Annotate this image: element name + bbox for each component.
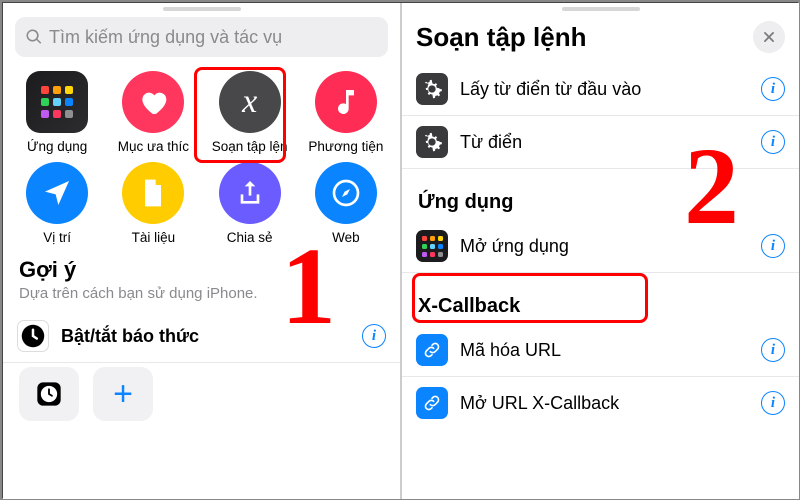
action-open-app[interactable]: Mở ứng dụng i [402, 220, 799, 273]
gear-icon [416, 126, 448, 158]
clock-app-icon [35, 380, 63, 408]
search-placeholder: Tìm kiếm ứng dụng và tác vụ [49, 27, 282, 48]
search-icon [25, 28, 43, 46]
close-icon [762, 30, 776, 44]
action-get-dictionary-from-input[interactable]: Lấy từ điển từ đầu vào i [402, 63, 799, 116]
category-sharing[interactable]: Chia sẻ [202, 162, 298, 245]
scripting-x-icon: x [219, 71, 281, 133]
category-grid: Ứng dụng Mục ưa thíc x Soạn tập lện Phươ… [3, 67, 400, 247]
info-icon[interactable]: i [362, 324, 386, 348]
document-icon [122, 162, 184, 224]
category-media[interactable]: Phương tiện [298, 71, 394, 154]
info-icon[interactable]: i [761, 391, 785, 415]
apps-grid-icon [416, 230, 448, 262]
clock-icon [17, 320, 49, 352]
music-note-icon [315, 71, 377, 133]
info-icon[interactable]: i [761, 338, 785, 362]
suggestions-heading: Gợi ý [3, 247, 400, 285]
category-apps[interactable]: Ứng dụng [9, 71, 105, 154]
suggestions-subtitle: Dựa trên cách bạn sử dụng iPhone. [3, 285, 400, 310]
close-button[interactable] [753, 21, 785, 53]
sheet-title: Soạn tập lệnh [416, 22, 586, 53]
gear-icon [416, 73, 448, 105]
grabber-handle[interactable] [163, 7, 241, 11]
heart-icon [122, 71, 184, 133]
info-icon[interactable]: i [761, 130, 785, 154]
category-favorites[interactable]: Mục ưa thíc [105, 71, 201, 154]
link-icon [416, 387, 448, 419]
group-heading-apps: Ứng dụng [402, 169, 799, 220]
search-input[interactable]: Tìm kiếm ứng dụng và tác vụ [15, 17, 388, 57]
info-icon[interactable]: i [761, 77, 785, 101]
group-heading-x-callback: X-Callback [402, 273, 799, 324]
location-arrow-icon [26, 162, 88, 224]
panel-step-1: Tìm kiếm ứng dụng và tác vụ Ứng dụng Mục… [3, 3, 400, 499]
panel-step-2: Soạn tập lệnh Lấy từ điển từ đầu vào i T… [400, 3, 799, 499]
tile-clock-app[interactable] [19, 367, 79, 421]
link-icon [416, 334, 448, 366]
safari-compass-icon [315, 162, 377, 224]
category-web[interactable]: Web [298, 162, 394, 245]
action-dictionary[interactable]: Từ điển i [402, 116, 799, 169]
category-scripting[interactable]: x Soạn tập lện [202, 71, 298, 154]
share-icon [219, 162, 281, 224]
category-location[interactable]: Vị trí [9, 162, 105, 245]
suggestion-alarm-toggle[interactable]: Bật/tắt báo thức i [3, 310, 400, 363]
suggestion-label: Bật/tắt báo thức [61, 326, 362, 347]
apps-icon [26, 71, 88, 133]
grabber-handle[interactable] [562, 7, 640, 11]
info-icon[interactable]: i [761, 234, 785, 258]
category-documents[interactable]: Tài liệu [105, 162, 201, 245]
plus-icon: + [113, 377, 133, 411]
tile-row: + [3, 363, 400, 431]
action-open-x-callback-url[interactable]: Mở URL X-Callback i [402, 377, 799, 429]
tile-add[interactable]: + [93, 367, 153, 421]
action-url-encode[interactable]: Mã hóa URL i [402, 324, 799, 377]
